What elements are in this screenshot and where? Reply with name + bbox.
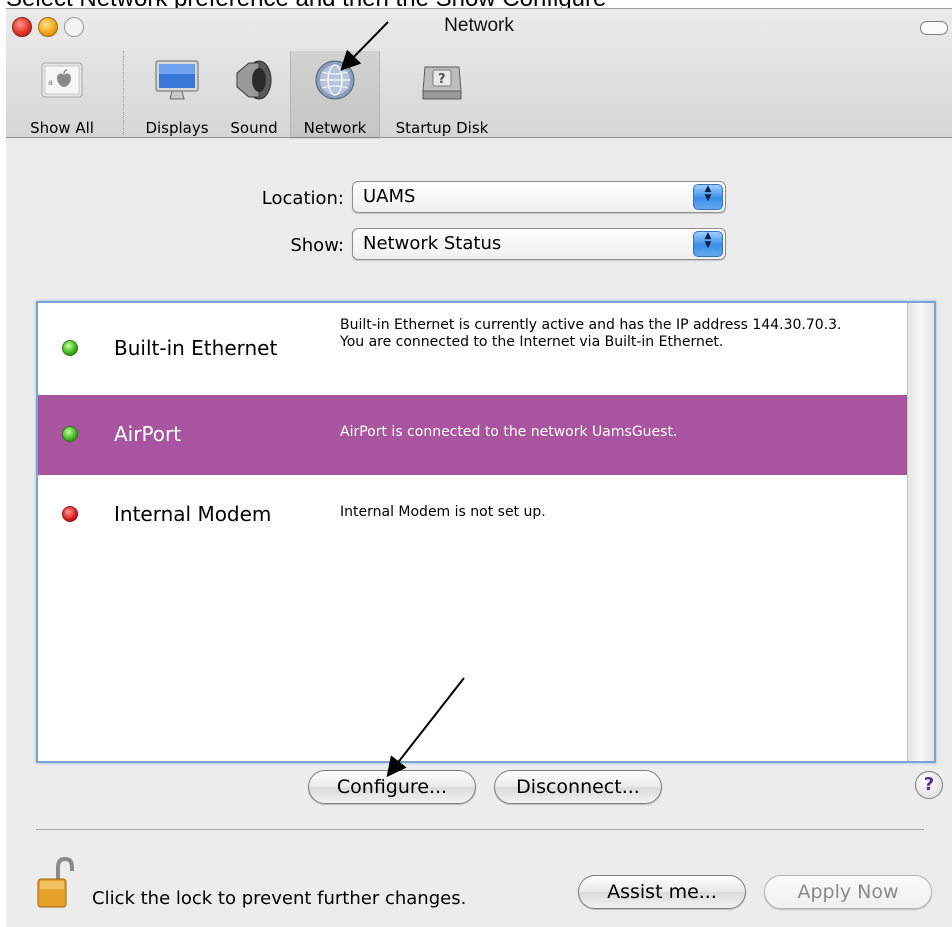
service-description: Internal Modem is not set up. (340, 504, 546, 520)
window-chrome: Network a Show All Displays Sound Networ… (6, 9, 952, 139)
help-icon[interactable]: ? (915, 771, 943, 799)
list-item-internal-modem[interactable]: Internal Modem Internal Modem is not set… (38, 475, 908, 555)
status-red-icon (62, 506, 78, 522)
toolbar-label: Show All (30, 119, 94, 137)
title-bar: Network (6, 9, 952, 43)
assist-me-button[interactable]: Assist me... (578, 875, 746, 909)
network-status-list[interactable]: Built-in Ethernet Built-in Ethernet is c… (36, 301, 936, 763)
toolbar-displays[interactable]: Displays (136, 51, 218, 139)
location-value: UAMS (363, 186, 416, 207)
toolbar-sound[interactable]: Sound (218, 51, 290, 139)
list-scrollbar[interactable] (907, 303, 934, 761)
service-name: Built-in Ethernet (114, 336, 278, 360)
toolbar-network[interactable]: Network (290, 51, 380, 139)
show-value: Network Status (363, 233, 502, 254)
show-label: Show: (290, 235, 344, 256)
popup-arrows-icon: ▲ ▼ (693, 184, 723, 210)
service-name: AirPort (114, 422, 182, 446)
apply-now-button[interactable]: Apply Now (764, 875, 932, 909)
divider (36, 829, 924, 830)
preferences-toolbar: a Show All Displays Sound Network ? Star… (6, 43, 952, 139)
toolbar-label: Startup Disk (395, 119, 489, 137)
location-popup[interactable]: UAMS ▲ ▼ (352, 181, 726, 213)
network-preferences-window: Network a Show All Displays Sound Networ… (6, 8, 952, 927)
toolbar-toggle-button[interactable] (920, 21, 948, 35)
lock-open-icon[interactable] (36, 855, 76, 911)
toolbar-separator (123, 51, 124, 135)
toolbar-label: Sound (230, 119, 278, 137)
toolbar-startup-disk[interactable]: ? Startup Disk (388, 51, 496, 139)
configure-button[interactable]: Configure... (308, 770, 476, 804)
svg-text:a: a (48, 78, 53, 87)
startup-disk-icon: ? (422, 66, 462, 100)
status-green-icon (62, 426, 78, 442)
toolbar-label: Displays (145, 119, 209, 137)
list-item-airport[interactable]: AirPort AirPort is connected to the netw… (38, 395, 908, 475)
list-item-built-in-ethernet[interactable]: Built-in Ethernet Built-in Ethernet is c… (38, 303, 908, 395)
displays-icon (155, 60, 199, 100)
service-description: Built-in Ethernet is currently active an… (340, 317, 842, 350)
apple-logo-icon: a (41, 62, 83, 98)
disconnect-button[interactable]: Disconnect... (494, 770, 662, 804)
lock-message: Click the lock to prevent further change… (92, 888, 467, 909)
service-description: AirPort is connected to the network Uams… (340, 424, 678, 440)
toolbar-show-all[interactable]: a Show All (8, 51, 116, 139)
network-globe-icon (315, 60, 355, 100)
popup-arrows-icon: ▲ ▼ (693, 231, 723, 257)
service-name: Internal Modem (114, 502, 272, 526)
status-green-icon (62, 340, 78, 356)
svg-text:?: ? (438, 72, 446, 87)
speaker-icon (236, 60, 272, 100)
toolbar-label: Network (303, 119, 367, 137)
location-label: Location: (261, 188, 344, 209)
show-popup[interactable]: Network Status ▲ ▼ (352, 228, 726, 260)
window-title: Network (444, 15, 514, 36)
